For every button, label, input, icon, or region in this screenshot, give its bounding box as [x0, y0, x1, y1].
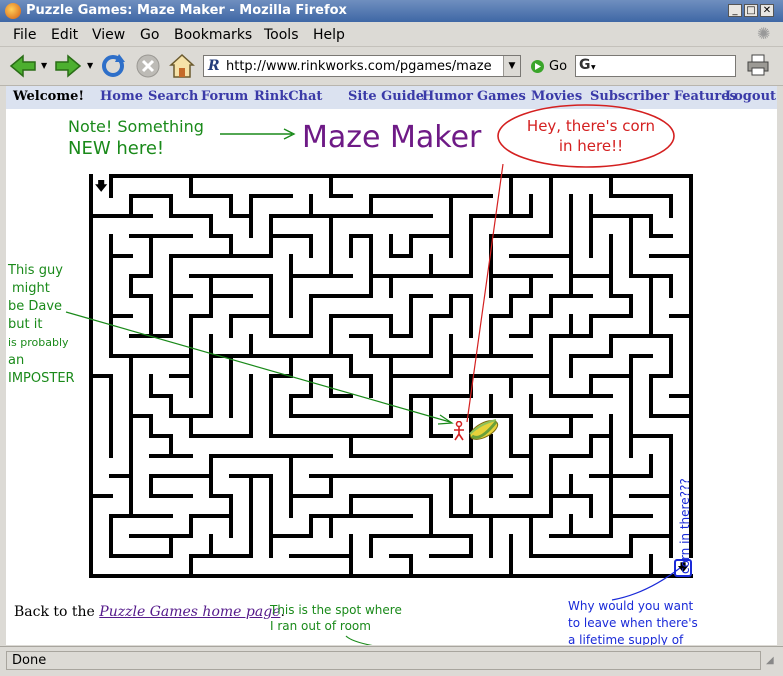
forward-dropdown-icon[interactable]: ▼: [87, 61, 93, 70]
search-bar[interactable]: G ▼: [575, 55, 736, 77]
note-annotation: Note! Something NEW here!: [68, 116, 204, 160]
url-input[interactable]: [226, 57, 498, 75]
resize-grip-icon[interactable]: ◢: [766, 655, 774, 666]
menu-file[interactable]: File: [13, 27, 36, 43]
spot-line-2: I ran out of room: [270, 619, 371, 633]
nav-link-forum[interactable]: Forum: [201, 89, 248, 104]
home-icon[interactable]: [168, 52, 196, 80]
nav-link-search[interactable]: Search: [148, 89, 198, 104]
maze-start-arrow-icon: 🡇: [95, 179, 108, 193]
nav-link-site-guide[interactable]: Site Guide: [348, 89, 424, 104]
welcome-text: Welcome!: [13, 89, 85, 104]
nav-link-humor[interactable]: Humor: [422, 89, 473, 104]
nav-link-rinkchat[interactable]: RinkChat: [254, 89, 322, 104]
back-dropdown-icon[interactable]: ▼: [41, 61, 47, 70]
close-button[interactable]: ✕: [760, 4, 774, 17]
corn-bubble-text: Hey, there's corn in here!!: [506, 116, 676, 156]
note-arrow: [220, 128, 296, 140]
why-line-3: a lifetime supply of: [568, 633, 684, 645]
url-bar[interactable]: R ▼: [203, 55, 521, 77]
url-dropdown-icon[interactable]: ▼: [503, 56, 520, 76]
page-content: Welcome! Home Search Forum RinkChat Site…: [6, 86, 777, 645]
search-input[interactable]: [602, 57, 734, 77]
why-annotation: Why would you want to leave when there's…: [568, 598, 698, 645]
print-icon[interactable]: [746, 53, 770, 77]
why-pointer-line: [611, 567, 681, 601]
spot-line-1: This is the spot where: [270, 603, 402, 617]
window-title: Puzzle Games: Maze Maker - Mozilla Firef…: [26, 3, 347, 18]
back-icon[interactable]: [8, 54, 38, 78]
imposter-arrow: [65, 311, 454, 425]
note-line-2: NEW here!: [68, 138, 165, 159]
forward-icon[interactable]: [53, 54, 83, 78]
back-link-line: Back to the Puzzle Games home page.: [14, 604, 285, 620]
menu-bookmarks[interactable]: Bookmarks: [174, 27, 252, 43]
corn-line-1: Hey, there's corn: [526, 117, 656, 135]
menu-go[interactable]: Go: [140, 27, 159, 43]
status-bar: Done ◢: [0, 646, 783, 676]
navigation-toolbar: ▼ ▼ R ▼ Go G ▼: [0, 47, 783, 86]
spot-annotation: This is the spot where I ran out of room: [270, 602, 402, 634]
guy-line-2: might: [12, 281, 50, 296]
menu-tools[interactable]: Tools: [264, 27, 299, 43]
nav-link-logout[interactable]: Logout: [725, 89, 776, 104]
corn-vertical-annotation: corn in there???: [678, 478, 692, 574]
why-line-2: to leave when there's: [568, 616, 698, 630]
corn-line-2: in here!!: [558, 137, 624, 155]
minimize-button[interactable]: _: [728, 4, 742, 17]
note-line-1: Note! Something: [68, 117, 204, 136]
menu-view[interactable]: View: [92, 27, 125, 43]
menu-bar: File Edit View Go Bookmarks Tools Help ✺: [0, 23, 783, 47]
firefox-icon: [5, 3, 21, 19]
go-icon[interactable]: [530, 59, 545, 74]
menu-edit[interactable]: Edit: [51, 27, 78, 43]
back-prefix-text: Back to the: [14, 604, 100, 620]
status-text: Done: [6, 651, 761, 670]
stop-icon[interactable]: [135, 53, 161, 79]
site-favicon-icon: R: [208, 58, 220, 74]
search-engine-dropdown-icon[interactable]: ▼: [591, 64, 596, 71]
go-button[interactable]: Go: [549, 59, 567, 74]
guy-line-1: This guy: [8, 263, 63, 278]
google-search-icon: G: [579, 57, 591, 73]
puzzle-games-home-link[interactable]: Puzzle Games home page: [99, 604, 280, 620]
maximize-button[interactable]: □: [744, 4, 758, 17]
page-title: Maze Maker: [302, 120, 482, 155]
menu-help[interactable]: Help: [313, 27, 345, 43]
title-bar: Puzzle Games: Maze Maker - Mozilla Firef…: [0, 0, 783, 22]
reload-icon[interactable]: [99, 52, 127, 80]
nav-link-home[interactable]: Home: [100, 89, 143, 104]
corn-pointer-line: [466, 164, 504, 423]
throbber-icon: ✺: [757, 24, 771, 43]
spot-arrow: [345, 635, 373, 645]
